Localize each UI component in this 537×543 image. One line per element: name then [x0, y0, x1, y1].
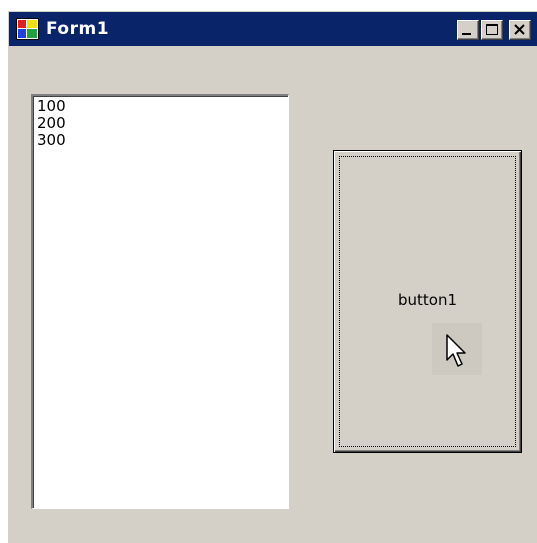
button1[interactable]: button1	[333, 150, 522, 453]
form1-window: Form1 100 200 300 button1	[7, 10, 537, 543]
title-bar[interactable]: Form1	[9, 12, 537, 46]
minimize-icon	[462, 33, 471, 35]
button1-label: button1	[397, 291, 458, 309]
minimize-button[interactable]	[457, 20, 479, 40]
maximize-button[interactable]	[481, 20, 503, 40]
close-button[interactable]	[509, 20, 531, 40]
list-item[interactable]: 300	[37, 132, 288, 149]
list-item[interactable]: 100	[37, 98, 288, 115]
window-title: Form1	[46, 19, 110, 39]
close-icon	[514, 24, 525, 35]
mouse-pointer-icon	[446, 334, 466, 367]
listbox[interactable]: 100 200 300	[31, 94, 289, 509]
app-form-icon	[16, 18, 39, 40]
list-item[interactable]: 200	[37, 115, 288, 132]
maximize-icon	[486, 24, 498, 35]
